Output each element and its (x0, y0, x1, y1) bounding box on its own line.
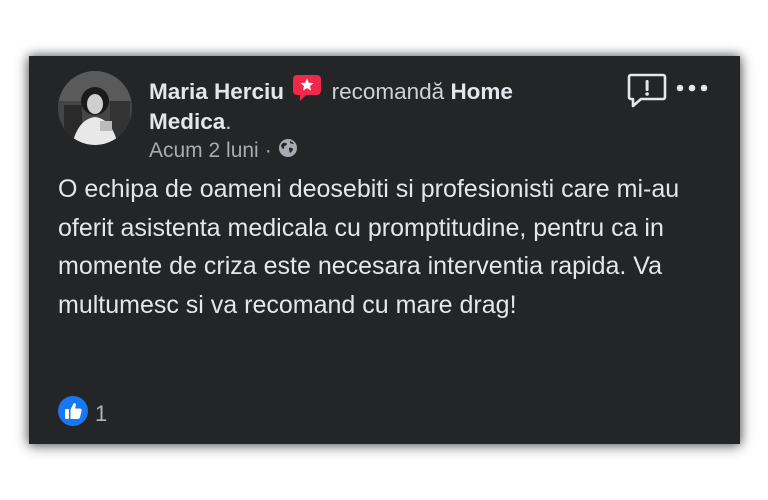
author-name[interactable]: Maria Herciu (149, 79, 284, 104)
post-header-line: Maria Herciu recomandă Home Medica. (149, 74, 619, 135)
reactions-summary[interactable]: 1 (58, 396, 107, 431)
page-name-first[interactable]: Home (450, 79, 513, 104)
author-avatar[interactable] (58, 71, 132, 145)
more-dots-icon (676, 84, 708, 92)
review-text: O echipa de oameni deosebiti si profesio… (58, 175, 680, 319)
like-thumb-icon (58, 396, 88, 431)
recommendation-star-icon (292, 74, 322, 108)
like-count: 1 (95, 400, 108, 426)
more-options-button[interactable] (674, 80, 712, 96)
review-post-card: Maria Herciu recomandă Home Medica. Acum… (29, 56, 740, 444)
meta-separator: · (264, 139, 272, 162)
report-button[interactable] (627, 72, 667, 110)
globe-icon (278, 138, 298, 164)
page-name-second[interactable]: Medica (149, 109, 225, 134)
action-text: recomandă (331, 79, 445, 104)
report-exclamation-icon (627, 73, 667, 108)
name-period: . (225, 109, 232, 134)
timestamp[interactable]: Acum 2 luni (149, 139, 259, 163)
post-meta: Acum 2 luni · (149, 138, 298, 164)
